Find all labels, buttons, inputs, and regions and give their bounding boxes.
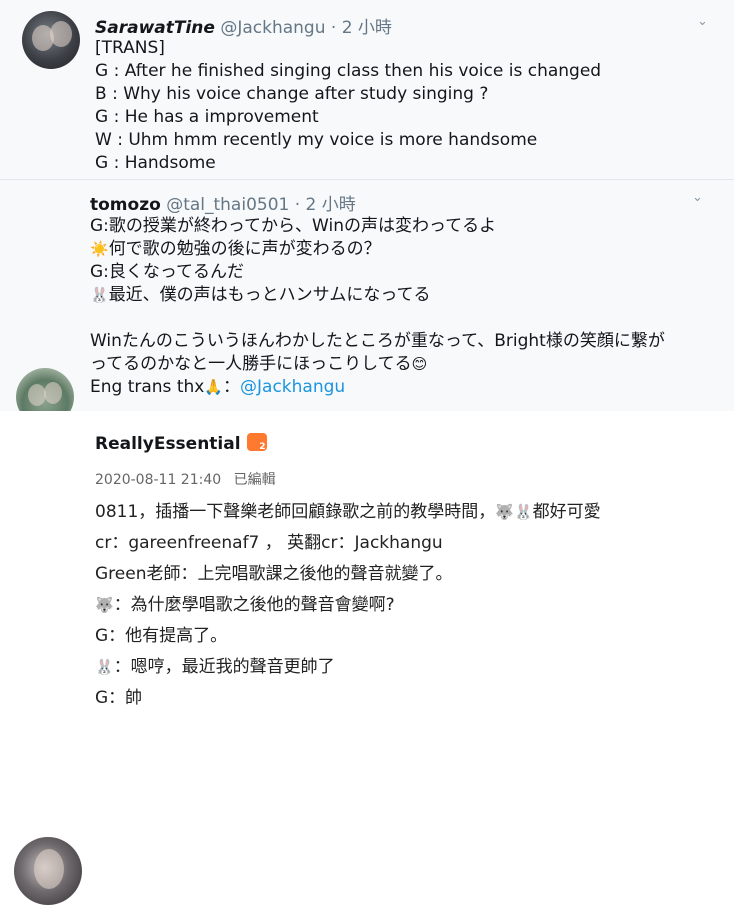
level-badge-icon xyxy=(246,433,267,452)
mention-link[interactable]: @Jackhangu xyxy=(240,377,345,397)
tweet-line: [TRANS] xyxy=(95,38,165,58)
post-reallyessential: ReallyEssential 2020-08-11 21:40 已編輯 081… xyxy=(0,411,734,905)
post-line: 🐰：嗯哼，最近我的聲音更帥了 xyxy=(95,657,335,677)
tweet-time[interactable]: · 2 小時 xyxy=(331,18,392,38)
smile-icon: 😊 xyxy=(411,355,428,373)
wolf-icon: 🐺 xyxy=(95,596,114,614)
avatar[interactable] xyxy=(14,837,82,905)
post-line: G：帥 xyxy=(95,688,143,708)
post-line: G：他有提高了。 xyxy=(95,626,228,646)
tweet-sarawattine[interactable]: SarawatTine @Jackhangu · 2 小時 ⌄ [TRANS] … xyxy=(0,0,734,180)
user-name[interactable]: ReallyEssential xyxy=(95,434,241,454)
post-line: 0811，插播一下聲樂老師回顧錄歌之前的教學時間，🐺🐰都好可愛 xyxy=(95,502,601,522)
avatar[interactable] xyxy=(22,11,80,69)
pray-icon: 🙏 xyxy=(204,378,224,396)
tweet-text: [TRANS] G : After he finished singing cl… xyxy=(95,37,601,175)
chevron-down-icon[interactable]: ⌄ xyxy=(697,14,708,29)
tweet-line: Eng trans thx🙏：@Jackhangu xyxy=(90,377,346,397)
tweet-tomozo[interactable]: tomozo @tal_thai0501 · 2 小時 ⌄ G:歌の授業が終わっ… xyxy=(0,180,734,426)
tweet-time[interactable]: · 2 小時 xyxy=(295,195,356,215)
bunny-icon: 🐰 xyxy=(90,286,109,304)
sun-icon: ☀️ xyxy=(90,240,109,258)
bunny-icon: 🐰 xyxy=(513,503,533,521)
user-name[interactable]: SarawatTine xyxy=(95,18,215,38)
tweet-header: SarawatTine @Jackhangu · 2 小時 xyxy=(95,13,392,38)
tweet-line: G:良くなってるんだ xyxy=(90,262,245,282)
post-date: 2020-08-11 21:40 xyxy=(95,472,222,488)
edited-label: 已編輯 xyxy=(233,472,276,488)
tweet-line: ☀️何で歌の勉強の後に声が変わるの？ xyxy=(90,239,381,259)
post-meta: 2020-08-11 21:40 已編輯 xyxy=(95,469,276,489)
tweet-header: tomozo @tal_thai0501 · 2 小時 xyxy=(90,190,356,215)
tweet-line: G : He has a improvement xyxy=(95,107,319,127)
wolf-icon: 🐺 xyxy=(495,503,514,521)
post-line: Green老師：上完唱歌課之後他的聲音就變了。 xyxy=(95,564,453,584)
tweet-line: 🐰最近、僕の声はもっとハンサムになってる xyxy=(90,285,431,305)
user-handle[interactable]: @Jackhangu xyxy=(220,18,325,38)
post-header: ReallyEssential xyxy=(95,433,267,454)
tweet-line: B : Why his voice change after study sin… xyxy=(95,84,489,104)
tweet-line: ってるのかなと一人勝手にほっこりしてる😊 xyxy=(90,354,428,374)
tweet-line: G:歌の授業が終わってから、Winの声は変わってるよ xyxy=(90,216,497,236)
post-line: cr：gareenfreenaf7 ， 英翻cr：Jackhangu xyxy=(95,533,443,553)
tweet-text: G:歌の授業が終わってから、Winの声は変わってるよ ☀️何で歌の勉強の後に声が… xyxy=(90,215,665,399)
tweet-line: Winたんのこういうほんわかしたところが重なって、Bright様の笑顔に繋が xyxy=(90,331,665,351)
tweet-line: W : Uhm hmm recently my voice is more ha… xyxy=(95,130,538,150)
tweet-line: G : After he finished singing class then… xyxy=(95,61,602,81)
post-line: 🐺：為什麼學唱歌之後他的聲音會變啊? xyxy=(95,595,395,615)
user-name[interactable]: tomozo xyxy=(90,195,161,215)
tweet-line: G : Handsome xyxy=(95,153,216,173)
bunny-icon: 🐰 xyxy=(95,658,114,676)
chevron-down-icon[interactable]: ⌄ xyxy=(692,190,703,205)
user-handle[interactable]: @tal_thai0501 xyxy=(166,195,289,215)
